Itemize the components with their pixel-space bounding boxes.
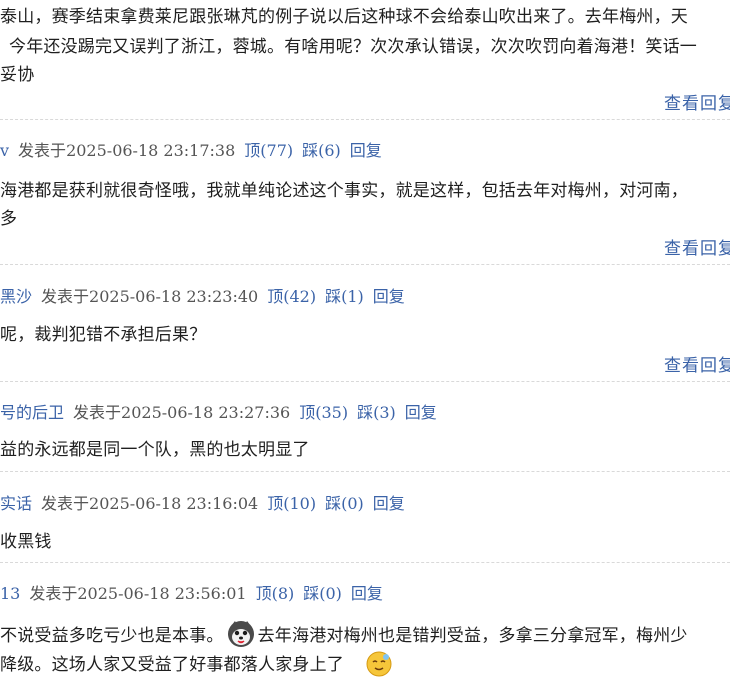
comment-divider (0, 264, 730, 265)
view-replies-link[interactable]: 查看回复 (664, 351, 730, 376)
comment-divider (0, 562, 730, 563)
view-replies-link[interactable]: 查看回复 (664, 234, 730, 259)
comment-body-line: 泰山，赛季结束拿费莱尼跟张琳芃的例子说以后这种球不会给泰山吹出来了。去年梅州，天 (0, 7, 688, 27)
comment-meta: 实话 发表于2025-06-18 23:16:04 顶(10) 踩(0) 回复 (0, 490, 405, 514)
husky-face-icon (227, 620, 255, 653)
comment-body-line: 海港都是获利就很奇怪哦，我就单纯论述这个事实，就是这样，包括去年对梅州，对河南， (0, 181, 688, 201)
comment-text-segment: 不说受益多吃亏少也是本事。 (0, 626, 224, 646)
comment-time: 2025-06-18 23:23:40 (89, 287, 259, 306)
posted-label: 发表于 (18, 141, 67, 160)
comment-username[interactable]: v (0, 141, 9, 160)
comment-time: 2025-06-18 23:17:38 (66, 141, 236, 160)
comment-meta: 号的后卫 发表于2025-06-18 23:27:36 顶(35) 踩(3) 回复 (0, 399, 437, 423)
upvote-link[interactable]: 顶(42) (267, 287, 316, 306)
reply-link[interactable]: 回复 (405, 403, 437, 422)
posted-label: 发表于 (41, 494, 90, 513)
comment-username[interactable]: 13 (0, 584, 20, 603)
blush-face-icon (366, 651, 392, 682)
comment-body-line: 益的永远都是同一个队，黑的也太明显了 (0, 440, 310, 460)
upvote-link[interactable]: 顶(8) (256, 584, 295, 603)
comment-body-line: 妥协 (0, 65, 35, 85)
comment-body-line: 呢，裁判犯错不承担后果？ (0, 325, 207, 345)
upvote-link[interactable]: 顶(35) (299, 403, 348, 422)
comment-divider (0, 471, 730, 472)
comment-time: 2025-06-18 23:56:01 (77, 584, 247, 603)
downvote-link[interactable]: 踩(1) (325, 287, 364, 306)
downvote-link[interactable]: 踩(0) (303, 584, 342, 603)
comment-meta: 黑沙 发表于2025-06-18 23:23:40 顶(42) 踩(1) 回复 (0, 283, 405, 307)
comment-time: 2025-06-18 23:27:36 (121, 403, 291, 422)
comment-text-segment: 降级。这场人家又受益了好事都落人家身上了 (0, 655, 344, 675)
comment-body-line: 不说受益多吃亏少也是本事。 去年海港对梅州也是错判受益，多拿三分拿冠军，梅州少 (0, 620, 688, 653)
comment-meta: 13 发表于2025-06-18 23:56:01 顶(8) 踩(0) 回复 (0, 580, 383, 604)
upvote-link[interactable]: 顶(77) (244, 141, 293, 160)
posted-label: 发表于 (29, 584, 78, 603)
comment-body-line: 降级。这场人家又受益了好事都落人家身上了 (0, 650, 395, 682)
comment-body-line: 多 (0, 209, 18, 229)
comment-time: 2025-06-18 23:16:04 (89, 494, 259, 513)
reply-link[interactable]: 回复 (350, 141, 382, 160)
comment-username[interactable]: 号的后卫 (0, 403, 64, 422)
upvote-link[interactable]: 顶(10) (267, 494, 316, 513)
comment-body-line: 收黑钱 (0, 532, 52, 552)
comment-body-line: 今年还没踢完又误判了浙江，蓉城。有啥用呢？次次承认错误，次次吹罚向着海港！笑话一 (9, 37, 697, 57)
comment-username[interactable]: 实话 (0, 494, 32, 513)
comment-text-segment: 去年海港对梅州也是错判受益，多拿三分拿冠军，梅州少 (257, 626, 688, 646)
posted-label: 发表于 (73, 403, 122, 422)
reply-link[interactable]: 回复 (373, 494, 405, 513)
downvote-link[interactable]: 踩(6) (302, 141, 341, 160)
comment-meta: v 发表于2025-06-18 23:17:38 顶(77) 踩(6) 回复 (0, 137, 382, 161)
view-replies-link[interactable]: 查看回复 (664, 89, 730, 114)
reply-link[interactable]: 回复 (351, 584, 383, 603)
reply-link[interactable]: 回复 (373, 287, 405, 306)
downvote-link[interactable]: 踩(0) (325, 494, 364, 513)
posted-label: 发表于 (41, 287, 90, 306)
comment-divider (0, 119, 730, 120)
comment-divider (0, 381, 730, 382)
downvote-link[interactable]: 踩(3) (357, 403, 396, 422)
comment-username[interactable]: 黑沙 (0, 287, 32, 306)
